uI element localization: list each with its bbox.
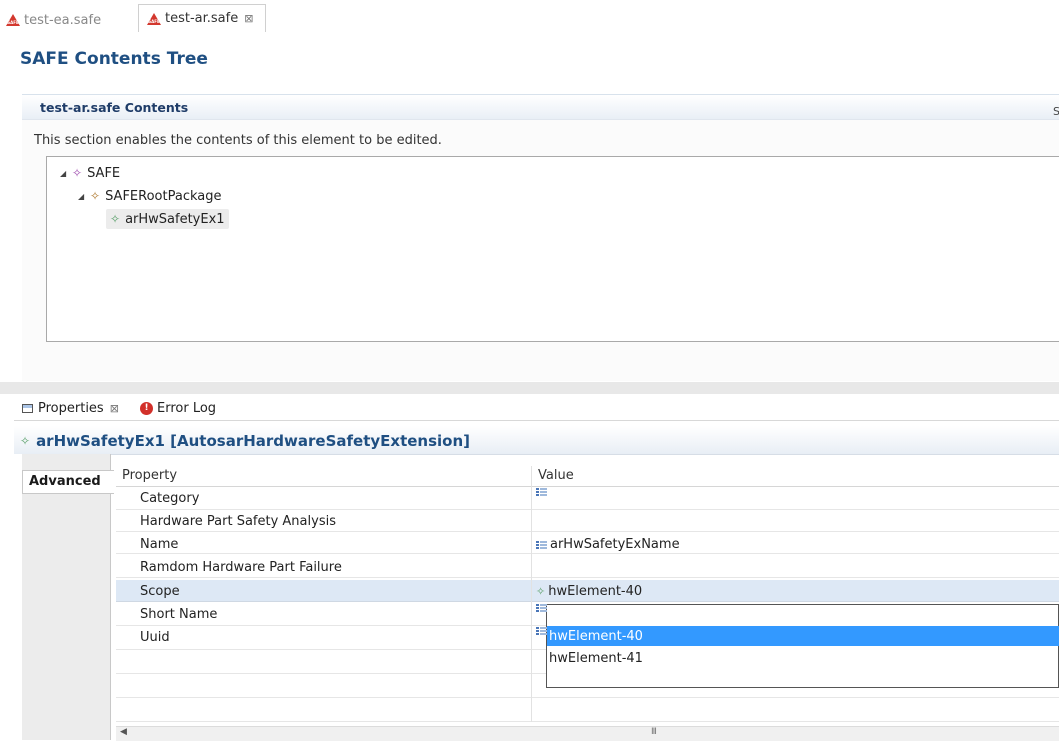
element-icon: ✧	[20, 434, 31, 448]
tree-item-label: SAFERootPackage	[105, 188, 222, 204]
side-tab-column	[22, 454, 111, 740]
tab-label: Properties	[38, 400, 104, 416]
expand-triangle-icon[interactable]: ◢	[60, 169, 72, 178]
tab-label: Error Log	[157, 400, 217, 416]
error-log-icon: !	[140, 401, 153, 415]
dropdown-option-hwelement-40[interactable]: hwElement-40	[547, 626, 1059, 646]
dropdown-option-hwelement-41[interactable]: hwElement-41	[547, 648, 1059, 668]
view-separator[interactable]	[0, 382, 1059, 394]
text-value-icon	[536, 540, 547, 549]
table-row	[116, 700, 1059, 722]
close-icon[interactable]: ⊠	[110, 402, 119, 415]
expand-triangle-icon[interactable]: ◢	[78, 192, 90, 201]
tab-test-ar-safe[interactable]: test-ar.safe ⊠	[138, 4, 266, 32]
property-name: Scope	[140, 584, 180, 599]
element-icon: ✧	[536, 585, 546, 598]
column-header-value[interactable]: Value	[538, 468, 574, 483]
property-value[interactable]	[536, 488, 550, 496]
tree-item-safe[interactable]: ◢ ✧ SAFE	[60, 163, 120, 183]
tab-label: test-ea.safe	[24, 12, 102, 28]
property-name: Ramdom Hardware Part Failure	[140, 560, 342, 575]
horizontal-scrollbar[interactable]	[116, 726, 1059, 741]
tree-item-safe-root-package[interactable]: ◢ ✧ SAFERootPackage	[78, 186, 221, 206]
property-name: Hardware Part Safety Analysis	[140, 514, 336, 529]
tree-item-label: arHwSafetyEx1	[125, 211, 225, 227]
table-row[interactable]	[116, 488, 1059, 510]
property-value-text: hwElement-40	[548, 584, 643, 599]
package-icon: ✧	[90, 189, 101, 203]
property-name: Short Name	[140, 607, 218, 622]
tree-item-arhwsafetyex1[interactable]: ✧ arHwSafetyEx1	[106, 209, 229, 229]
section-description: This section enables the contents of thi…	[34, 133, 442, 148]
properties-view-icon	[22, 403, 33, 413]
uuid-value	[536, 627, 550, 635]
property-value-text: arHwSafetyExName	[550, 537, 680, 552]
element-icon: ✧	[110, 212, 121, 226]
property-name: Category	[140, 491, 200, 506]
property-value[interactable]: arHwSafetyExName	[536, 537, 680, 552]
tab-test-ea-safe[interactable]: test-ea.safe	[6, 10, 101, 30]
section-right-text: S	[1053, 105, 1059, 118]
tab-properties[interactable]: Properties ⊠	[22, 399, 119, 417]
safe-file-icon	[147, 12, 161, 25]
safe-file-icon	[6, 14, 20, 26]
tab-label: test-ar.safe	[165, 11, 239, 26]
tree-item-label: SAFE	[87, 165, 121, 181]
table-header	[116, 466, 1059, 487]
text-value-icon	[536, 488, 547, 496]
tab-error-log[interactable]: ! Error Log	[140, 399, 216, 417]
tab-advanced-label: Advanced	[29, 474, 101, 489]
column-header-property[interactable]: Property	[122, 468, 177, 483]
section-title: test-ar.safe Contents	[40, 100, 189, 115]
column-divider[interactable]	[531, 466, 532, 722]
selection-title: ✧ arHwSafetyEx1 [AutosarHardwareSafetyEx…	[20, 432, 470, 450]
close-icon[interactable]: ⊠	[244, 12, 253, 25]
property-value[interactable]	[536, 604, 550, 612]
scope-dropdown-list[interactable]	[546, 604, 1059, 688]
contents-tree[interactable]	[46, 156, 1059, 342]
scrollbar-grip[interactable]: III	[651, 727, 657, 737]
property-value[interactable]: ✧ hwElement-40	[536, 584, 642, 599]
text-value-icon	[536, 627, 547, 635]
page-title: SAFE Contents Tree	[20, 49, 208, 69]
model-element-icon: ✧	[72, 166, 83, 180]
property-name: Uuid	[140, 630, 170, 645]
text-value-icon	[536, 604, 547, 612]
property-name: Name	[140, 537, 179, 552]
selection-title-text: arHwSafetyEx1 [AutosarHardwareSafetyExte…	[36, 432, 471, 450]
scroll-left-icon[interactable]: ◀	[120, 727, 127, 737]
